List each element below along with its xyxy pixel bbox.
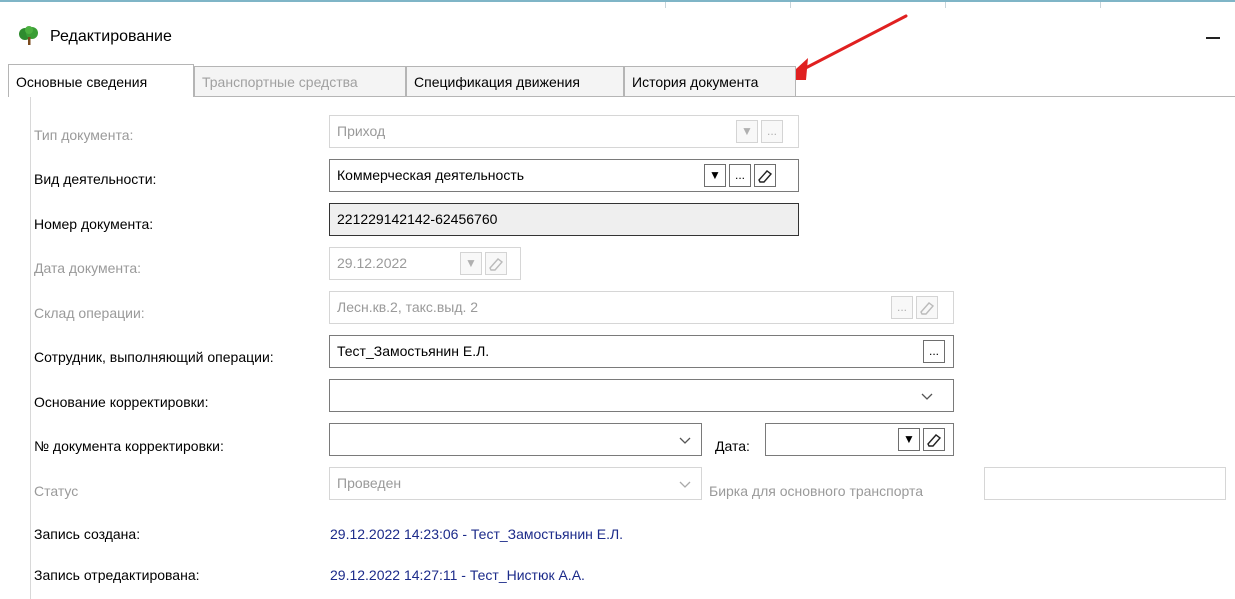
tab-main-info[interactable]: Основные сведения: [8, 64, 194, 97]
correction-reason-label: Основание корректировки:: [34, 394, 209, 410]
warehouse-label: Склад операции:: [34, 305, 145, 321]
doc-type-dropdown-button: ▼: [736, 120, 758, 143]
form-panel: Тип документа: Приход ▼ ... Вид деятельн…: [30, 97, 1235, 599]
correction-reason-select[interactable]: [329, 379, 954, 412]
doc-number-field[interactable]: 221229142142-62456760: [329, 203, 799, 236]
edited-value: 29.12.2022 14:27:11 - Тест_Нистюк А.А.: [330, 567, 585, 583]
window-top-border: [0, 0, 1235, 2]
status-label: Статус: [34, 483, 79, 499]
warehouse-field: Лесн.кв.2, такс.выд. 2 ...: [329, 291, 954, 324]
tab-document-history[interactable]: История документа: [624, 66, 796, 96]
status-select: Проведен: [329, 467, 702, 500]
employee-label: Сотрудник, выполняющий операции:: [34, 349, 274, 365]
chevron-down-icon: [679, 481, 691, 488]
correction-doc-number-select[interactable]: [329, 423, 702, 456]
created-label: Запись создана:: [34, 526, 141, 542]
minimize-button[interactable]: [1203, 22, 1225, 48]
employee-value: Тест_Замостьянин Е.Л.: [337, 343, 490, 359]
eraser-icon: [920, 302, 935, 315]
activity-ellipsis-button[interactable]: ...: [729, 164, 751, 187]
doc-number-label: Номер документа:: [34, 216, 154, 232]
doc-date-value: 29.12.2022: [337, 255, 408, 271]
eraser-icon: [927, 434, 942, 447]
doc-type-label: Тип документа:: [34, 127, 134, 143]
doc-date-dropdown-button: ▼: [460, 252, 482, 275]
correction-date-field[interactable]: ▼: [765, 423, 954, 456]
chevron-down-icon: [679, 437, 691, 444]
correction-doc-number-label: № документа корректировки:: [34, 438, 224, 454]
activity-dropdown-button[interactable]: ▼: [704, 164, 726, 187]
doc-date-clear-button: [485, 252, 507, 275]
employee-field[interactable]: Тест_Замостьянин Е.Л. ...: [329, 335, 954, 368]
correction-date-clear-button[interactable]: [923, 428, 945, 451]
doc-type-field: Приход ▼ ...: [329, 115, 799, 148]
status-value: Проведен: [337, 475, 402, 491]
doc-type-value: Приход: [337, 123, 386, 139]
correction-date-label: Дата:: [715, 438, 750, 454]
eraser-icon: [489, 258, 504, 271]
title-bar: Редактирование: [0, 18, 1235, 58]
activity-clear-button[interactable]: [754, 164, 776, 187]
doc-type-ellipsis-button: ...: [761, 120, 783, 143]
tag-field: [984, 467, 1226, 500]
tag-label: Бирка для основного транспорта: [709, 483, 924, 499]
created-value: 29.12.2022 14:23:06 - Тест_Замостьянин Е…: [330, 526, 624, 542]
tab-bar: Основные сведения Транспортные средства …: [8, 64, 1235, 97]
warehouse-ellipsis-button: ...: [891, 296, 913, 319]
employee-ellipsis-button[interactable]: ...: [923, 340, 945, 363]
eraser-icon: [758, 170, 773, 183]
activity-field[interactable]: Коммерческая деятельность ▼ ...: [329, 159, 799, 192]
chevron-down-icon: [921, 393, 933, 400]
tab-vehicles: Транспортные средства: [194, 66, 406, 96]
doc-number-value: 221229142142-62456760: [337, 211, 498, 227]
tab-movement-specification[interactable]: Спецификация движения: [406, 66, 624, 96]
correction-date-dropdown-button[interactable]: ▼: [898, 428, 920, 451]
activity-label: Вид деятельности:: [34, 171, 157, 187]
doc-date-field: 29.12.2022 ▼: [329, 247, 521, 280]
warehouse-clear-button: [916, 296, 938, 319]
doc-date-label: Дата документа:: [34, 260, 142, 276]
activity-value: Коммерческая деятельность: [337, 167, 525, 183]
tree-app-icon: [19, 26, 38, 45]
warehouse-value: Лесн.кв.2, такс.выд. 2: [337, 299, 479, 315]
window-title: Редактирование: [50, 28, 172, 45]
edited-label: Запись отредактирована:: [34, 567, 200, 583]
